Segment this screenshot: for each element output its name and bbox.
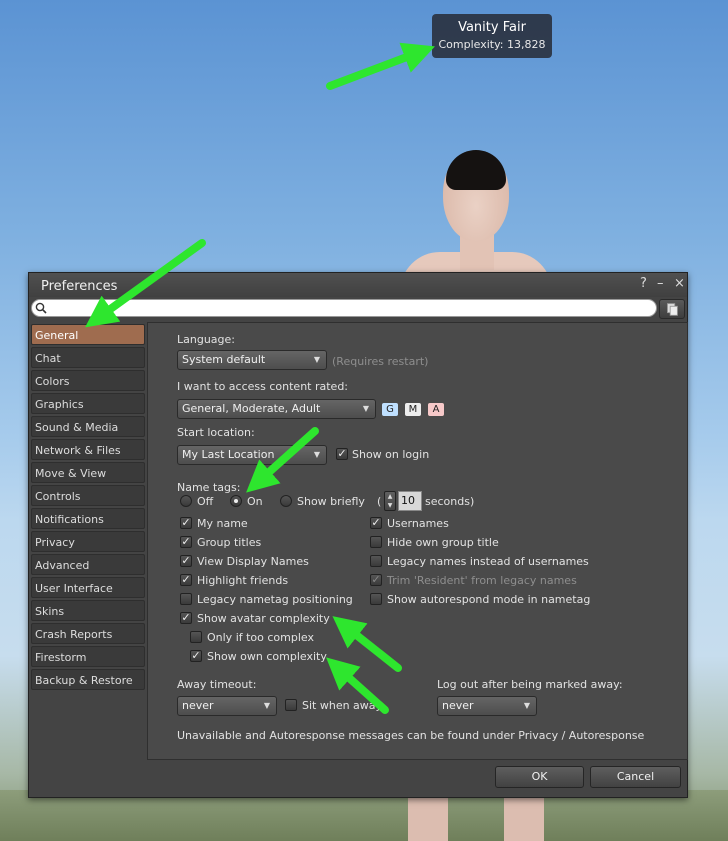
- arrow-to-general-tab: [85, 239, 206, 328]
- arrow-to-nametag: [326, 42, 435, 90]
- arrow-to-name-tags: [246, 427, 319, 493]
- arrow-to-avatar-complexity: [332, 616, 402, 672]
- annotation-arrows: [85, 42, 435, 714]
- arrow-to-own-complexity: [326, 657, 389, 714]
